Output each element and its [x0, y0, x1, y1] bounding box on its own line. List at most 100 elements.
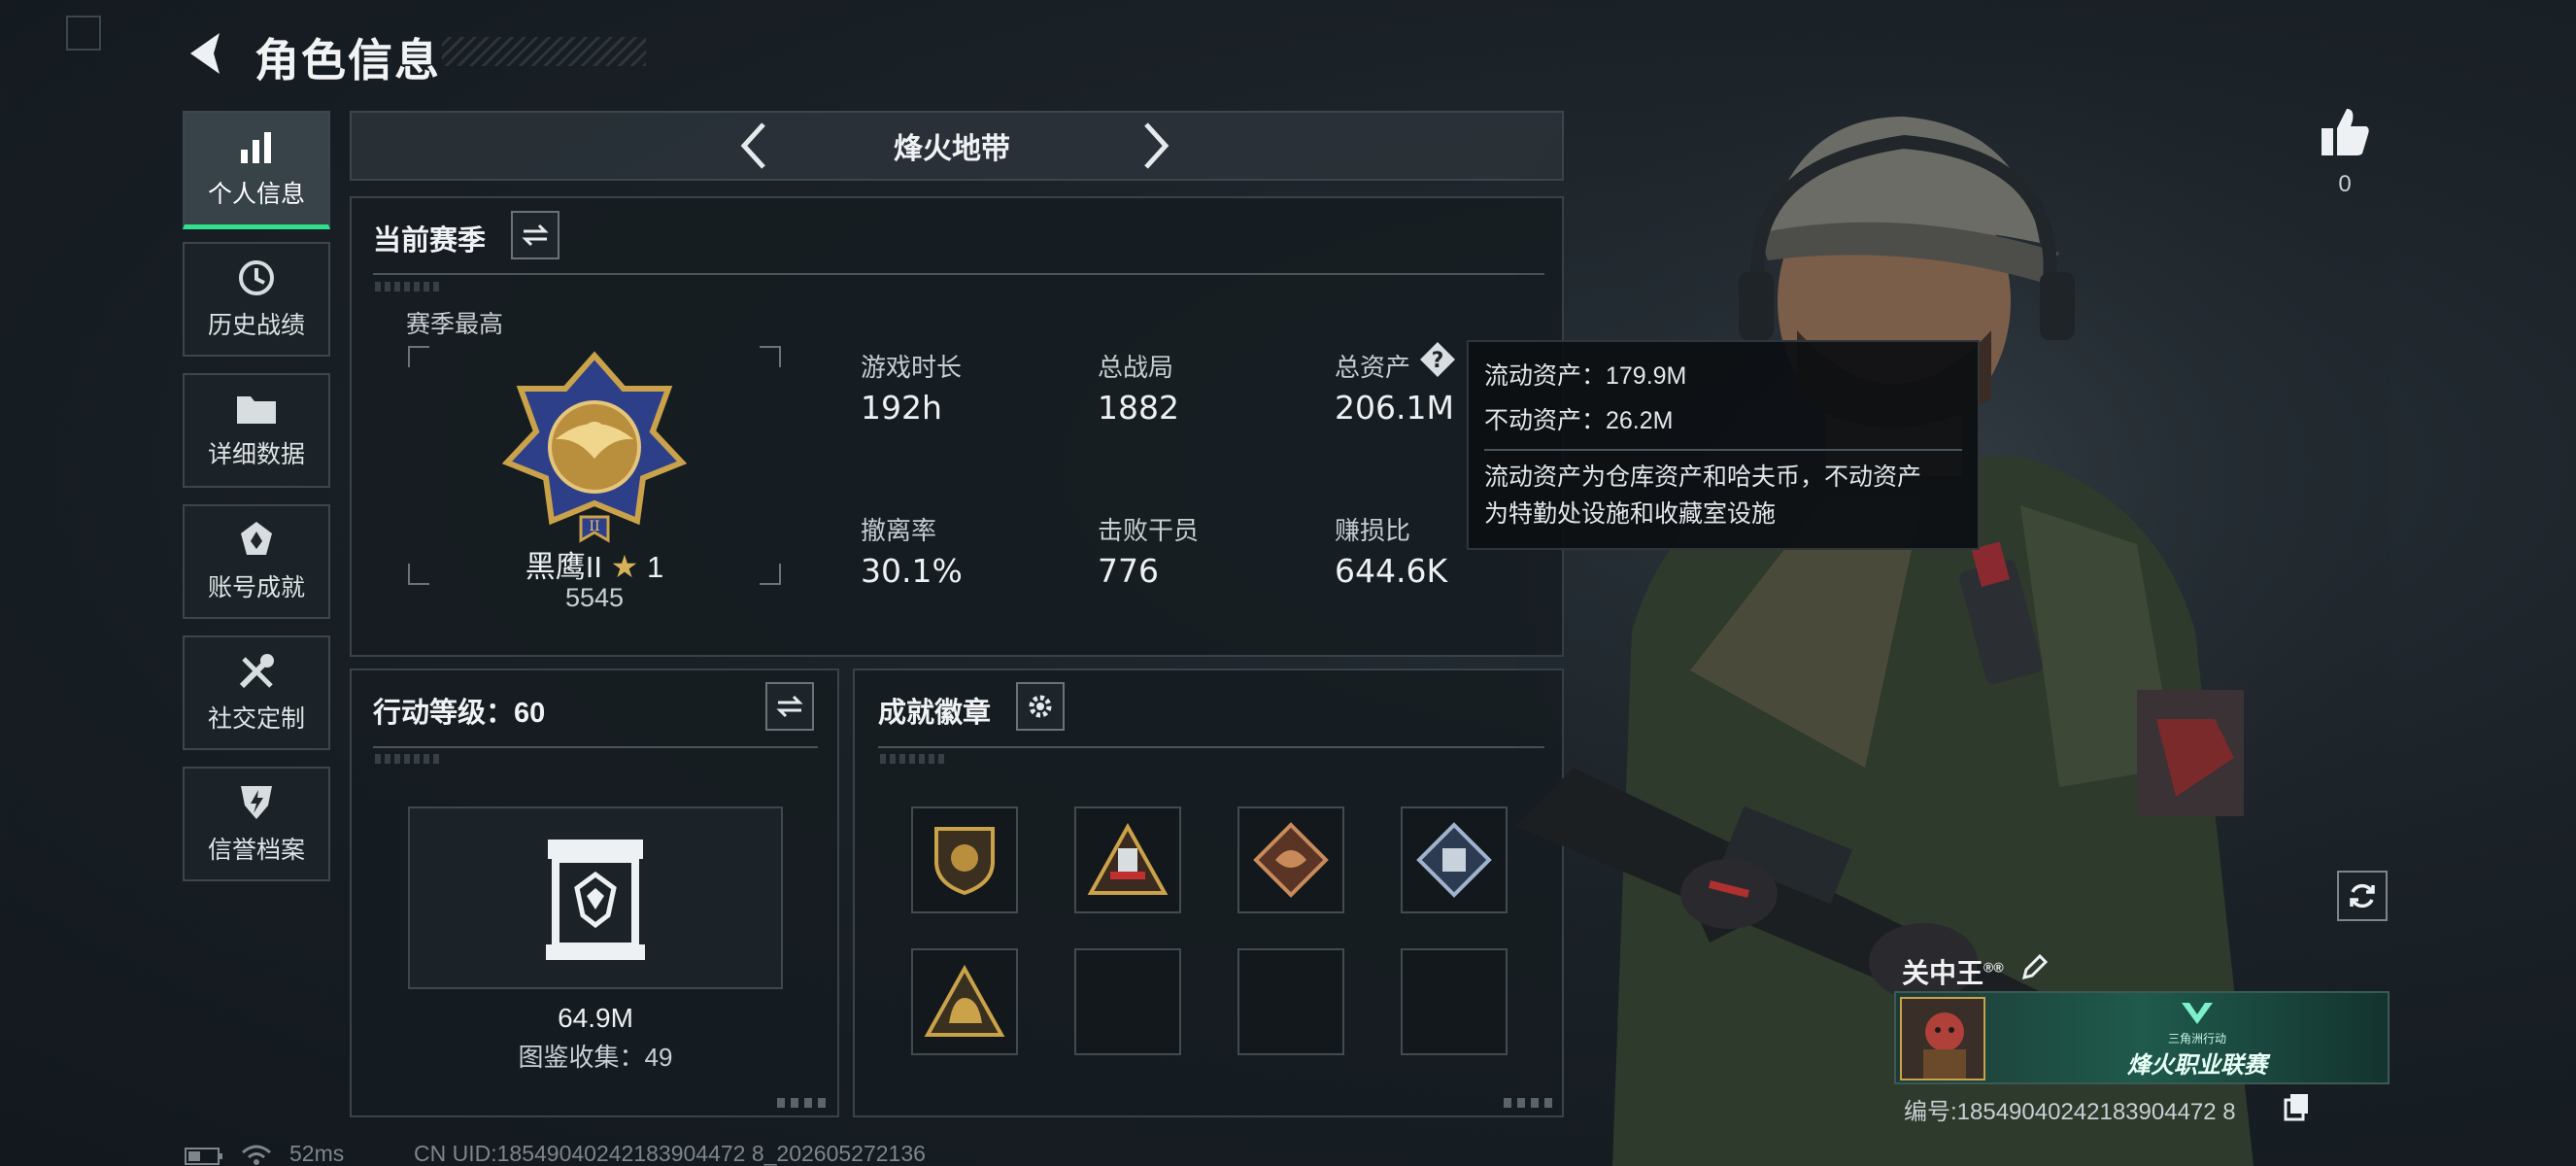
panel-corner-mark — [777, 1098, 826, 1108]
player-name-row: 关中王®® — [1902, 952, 2004, 991]
folder-icon — [237, 396, 276, 424]
sidebar-item-credit[interactable]: 信誉档案 — [183, 767, 330, 881]
shield-icon — [241, 786, 272, 819]
edit-name-button[interactable] — [2018, 952, 2050, 983]
tower-triangle-badge-icon — [1087, 823, 1169, 895]
stat-value-total-matches: 1882 — [1098, 389, 1179, 427]
mode-title: 烽火地带 — [894, 133, 1010, 165]
back-button[interactable] — [181, 29, 227, 78]
title-hatch — [442, 37, 646, 66]
player-id-text: 编号:18549040242183904472 8 — [1904, 1099, 2236, 1125]
dragon-diamond-badge-icon — [1253, 822, 1329, 898]
tooltip-desc-2: 为特勤处设施和收藏室设施 — [1484, 500, 1777, 528]
card-emblem-icon — [2178, 999, 2217, 1028]
page-title: 角色信息 — [254, 35, 441, 86]
chevron-right-icon — [1144, 122, 1169, 169]
season-best-label: 赛季最高 — [406, 311, 504, 338]
stat-label-total-assets: 总资产 — [1335, 353, 1411, 382]
swap-icon — [776, 695, 803, 718]
badge-slot-5[interactable] — [911, 948, 1018, 1055]
avatar[interactable] — [1900, 997, 1985, 1080]
sidebar-item-history[interactable]: 历史战绩 — [183, 242, 330, 357]
back-arrow-icon — [190, 33, 220, 74]
stat-value-extract-rate: 30.1% — [861, 552, 963, 590]
thumbs-up-icon — [2322, 109, 2369, 155]
frame-corner — [760, 346, 781, 367]
bar-chart-icon — [241, 131, 271, 163]
badge-slot-7[interactable] — [1237, 948, 1344, 1055]
sidebar-item-label: 历史战绩 — [207, 312, 305, 339]
svg-text:II: II — [589, 519, 599, 534]
stat-label-total-matches: 总战局 — [1098, 353, 1174, 382]
season-title: 当前赛季 — [373, 225, 487, 257]
badge-slot-4[interactable] — [1401, 806, 1508, 913]
stat-value-kills: 776 — [1098, 552, 1159, 590]
eagle-medal-icon: II — [501, 351, 688, 543]
tooltip-fixed-assets: 不动资产：26.2M — [1484, 407, 1674, 434]
chevron-left-icon — [740, 122, 765, 169]
history-icon — [239, 260, 274, 295]
player-id: 编号:18549040242183904472 8 — [1904, 1092, 2236, 1126]
copy-id-button[interactable] — [2283, 1092, 2312, 1121]
badges-settings-button[interactable] — [1016, 682, 1065, 731]
collection-case-icon — [544, 836, 647, 962]
badge-slot-3[interactable] — [1237, 806, 1344, 913]
sidebar-item-label: 账号成就 — [207, 574, 305, 601]
like-button[interactable] — [2318, 105, 2372, 159]
stat-label-profit-ratio: 赚损比 — [1335, 516, 1411, 545]
copy-icon — [2284, 1094, 2308, 1121]
achievement-icon — [241, 522, 272, 555]
sidebar-item-social[interactable]: 社交定制 — [183, 635, 330, 750]
assets-help-button[interactable]: ? — [1418, 340, 1457, 379]
rank-name-row: 黑鹰II ★ 1 — [408, 542, 781, 586]
badge-slot-1[interactable] — [911, 806, 1018, 913]
next-mode-button[interactable] — [1136, 117, 1175, 175]
sidebar-item-label: 详细数据 — [207, 441, 305, 468]
player-name: 关中王 — [1902, 958, 1984, 988]
crate-diamond-badge-icon — [1416, 822, 1492, 898]
badges-title: 成就徽章 — [878, 698, 992, 729]
wifi-icon — [241, 1143, 272, 1166]
stat-value-profit-ratio: 644.6K — [1335, 552, 1448, 590]
battery-icon — [185, 1147, 223, 1166]
deco-strip — [375, 282, 443, 292]
sidebar-item-detail-data[interactable]: 详细数据 — [183, 373, 330, 488]
stat-label-playtime: 游戏时长 — [861, 353, 963, 382]
tools-icon — [239, 654, 274, 689]
tooltip-desc-1: 流动资产为仓库资产和哈夫币，不动资产 — [1484, 463, 1922, 491]
sidebar-item-personal-info[interactable]: 个人信息 — [183, 111, 330, 229]
prev-mode-button[interactable] — [734, 117, 773, 175]
badge-slot-2[interactable] — [1074, 806, 1181, 913]
rank-points: 5545 — [564, 583, 625, 612]
player-name-suffix: ®® — [1983, 959, 2004, 976]
badge-slot-8[interactable] — [1401, 948, 1508, 1055]
card-title: 烽火职业联赛 — [2127, 1052, 2267, 1079]
ping-text: 52ms — [289, 1141, 345, 1166]
sidebar-item-label: 信誉档案 — [207, 837, 305, 864]
rank-emblem: II — [497, 350, 692, 544]
assets-tooltip: 流动资产：179.9M 不动资产：26.2M 流动资产为仓库资产和哈夫币，不动资… — [1467, 340, 1980, 550]
badge-slot-6[interactable] — [1074, 948, 1181, 1055]
deco-strip — [880, 754, 948, 764]
level-title: 行动等级：60 — [373, 698, 546, 729]
collection-value: 64.9M — [558, 1003, 633, 1033]
refresh-button[interactable] — [2337, 871, 2388, 921]
sidebar-item-label: 个人信息 — [207, 180, 305, 208]
season-switch-button[interactable] — [511, 211, 559, 259]
badges-divider — [878, 746, 1544, 748]
stat-value-total-assets: 206.1M — [1335, 389, 1454, 427]
uid-text: CN UID:18549040242183904472 8_2026052721… — [414, 1141, 926, 1166]
frame-corner — [408, 346, 429, 367]
player-card[interactable]: 三角洲行动 烽火职业联赛 — [1894, 991, 2390, 1084]
avatar-icon — [1923, 1012, 1966, 1079]
corner-deco — [66, 16, 101, 51]
sidebar-item-achievements[interactable]: 账号成就 — [183, 504, 330, 619]
elephant-triangle-badge-icon — [924, 965, 1005, 1037]
rank-stars: 1 — [646, 550, 664, 584]
level-switch-button[interactable] — [765, 682, 814, 731]
level-divider — [373, 746, 818, 748]
collection-count: 图鉴收集：49 — [518, 1043, 673, 1072]
gear-icon — [1029, 695, 1052, 718]
season-divider — [373, 273, 1544, 275]
question-icon: ? — [1420, 342, 1455, 377]
